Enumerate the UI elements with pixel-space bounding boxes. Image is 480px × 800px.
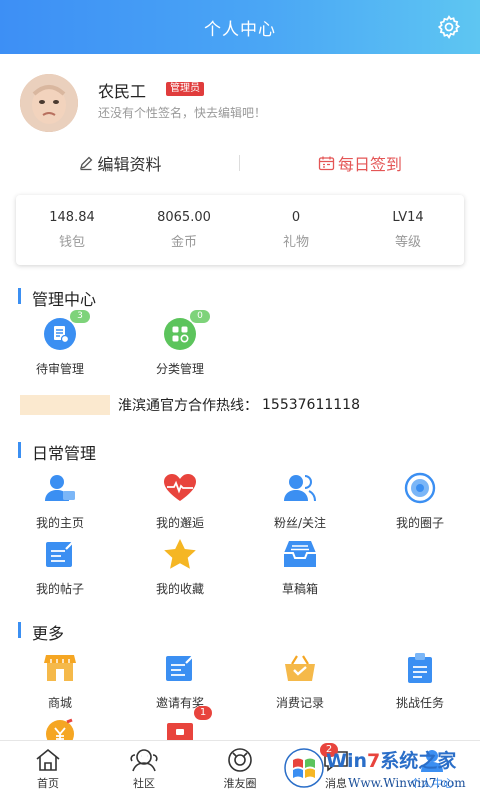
tab-profile[interactable]: 个人中心 [384, 741, 480, 800]
grid-item-posts[interactable]: 我的帖子 [0, 536, 120, 597]
fans-icon [282, 470, 318, 506]
calendar-icon [318, 156, 335, 171]
shop-icon [42, 650, 78, 686]
home-icon [36, 748, 60, 771]
hotline-number[interactable]: 15537611118 [262, 397, 360, 413]
grid-item-label: 我的邂逅 [155, 516, 204, 530]
section-title-daily: 日常管理 [18, 440, 96, 464]
stat-label: 金币 [170, 235, 197, 250]
tab-label: 社区 [133, 777, 155, 790]
basket-icon [282, 650, 318, 686]
doc-review-icon: 3 [42, 310, 90, 352]
stats-card: 148.84 钱包 8065.00 金币 0 礼物 LV14 等级 [16, 195, 464, 265]
daily-signin-button[interactable]: 每日签到 [240, 150, 480, 176]
grid-item-homepage[interactable]: 我的主页 [0, 470, 120, 531]
section-title-admin: 管理中心 [18, 286, 96, 310]
user-card-icon [42, 470, 78, 506]
grid-item-label: 我的圈子 [395, 516, 444, 530]
profile-actions: 编辑资料 每日签到 [0, 150, 480, 176]
tab-messages[interactable]: 2 消息 [288, 741, 384, 800]
grid-item-drafts[interactable]: 草稿箱 [240, 536, 360, 597]
grid-item-label: 商城 [47, 696, 72, 710]
stat-value: 0 [291, 210, 301, 225]
grid-item-category[interactable]: 0 分类管理 [120, 310, 240, 377]
hotline-label: 淮滨通官方合作热线： [118, 398, 258, 414]
drafts-tray-icon [282, 536, 318, 572]
pencil-icon [80, 156, 93, 171]
role-badge: 管理员 [166, 82, 204, 96]
stat-value: LV14 [392, 210, 424, 225]
grid-item-label: 挑战任务 [395, 696, 444, 710]
grid-item-label: 我的主页 [35, 516, 84, 530]
clipboard-icon [402, 650, 438, 686]
hotline-row[interactable]: 淮滨通官方合作热线： 15537611118 [20, 394, 460, 416]
grid-item-shop[interactable]: 商城 [0, 650, 120, 711]
circle-target-icon [402, 470, 438, 506]
message-badge: 2 [320, 743, 338, 757]
post-edit-icon [42, 536, 78, 572]
stat-wallet[interactable]: 148.84 钱包 [16, 195, 128, 265]
avatar[interactable] [20, 74, 78, 132]
stat-value: 8065.00 [157, 210, 211, 225]
heartbeat-icon [162, 470, 198, 506]
grid-item-label: 分类管理 [155, 362, 204, 376]
community-icon [130, 749, 158, 772]
hotline-image-placeholder [20, 395, 110, 415]
username: 农民工 [98, 82, 147, 101]
tab-community[interactable]: 社区 [96, 741, 192, 800]
daily-signin-label: 每日签到 [337, 155, 402, 174]
top-bar: 个人中心 [0, 0, 480, 54]
grid-item-circles[interactable]: 我的圈子 [360, 470, 480, 531]
stat-coins[interactable]: 8065.00 金币 [128, 195, 240, 265]
profile-section: 农民工 管理员 还没有个性签名，快去编辑吧！ [0, 54, 480, 150]
count-badge: 0 [190, 310, 210, 323]
tab-label: 个人中心 [410, 777, 454, 790]
bottom-tab-bar: 首页 社区 淮友圈 2 消息 个人中心 [0, 740, 480, 800]
tab-label: 淮友圈 [223, 777, 257, 790]
grid-item-favorites[interactable]: 我的收藏 [120, 536, 240, 597]
stat-value: 148.84 [49, 210, 95, 225]
invite-icon [162, 650, 198, 686]
edit-profile-label: 编辑资料 [97, 155, 162, 174]
action-divider [239, 155, 240, 171]
grid-item-invite[interactable]: 邀请有奖 [120, 650, 240, 711]
category-icon: 0 [162, 310, 210, 352]
grid-item-label: 消费记录 [275, 696, 324, 710]
grid-item-label: 粉丝/关注 [273, 516, 327, 530]
stat-gifts[interactable]: 0 礼物 [240, 195, 352, 265]
grid-item-label: 草稿箱 [281, 582, 318, 596]
profile-icon [421, 750, 443, 772]
grid-item-challenges[interactable]: 挑战任务 [360, 650, 480, 711]
grid-item-label: 我的帖子 [35, 582, 84, 596]
stat-label: 礼物 [282, 235, 309, 250]
tab-home[interactable]: 首页 [0, 741, 96, 800]
grid-item-label: 我的收藏 [155, 582, 204, 596]
stat-level[interactable]: LV14 等级 [352, 195, 464, 265]
stat-label: 等级 [394, 235, 421, 250]
page-title: 个人中心 [204, 19, 276, 40]
signature-text[interactable]: 还没有个性签名，快去编辑吧！ [98, 104, 266, 121]
count-badge: 3 [70, 310, 90, 323]
tab-label: 首页 [37, 777, 59, 790]
section-title-more: 更多 [18, 620, 64, 644]
stat-label: 钱包 [58, 235, 85, 250]
notification-badge: 1 [194, 706, 212, 720]
grid-item-encounters[interactable]: 我的邂逅 [120, 470, 240, 531]
gear-icon[interactable] [436, 14, 462, 40]
tab-label: 消息 [325, 777, 347, 790]
grid-item-records[interactable]: 消费记录 [240, 650, 360, 711]
grid-item-label: 待审管理 [35, 362, 84, 376]
tab-moments[interactable]: 淮友圈 [192, 741, 288, 800]
edit-profile-button[interactable]: 编辑资料 [0, 150, 240, 176]
camera-circle-icon [228, 748, 252, 772]
star-icon [162, 536, 198, 572]
grid-item-review[interactable]: 3 待审管理 [0, 310, 120, 377]
grid-item-fans[interactable]: 粉丝/关注 [240, 470, 360, 531]
